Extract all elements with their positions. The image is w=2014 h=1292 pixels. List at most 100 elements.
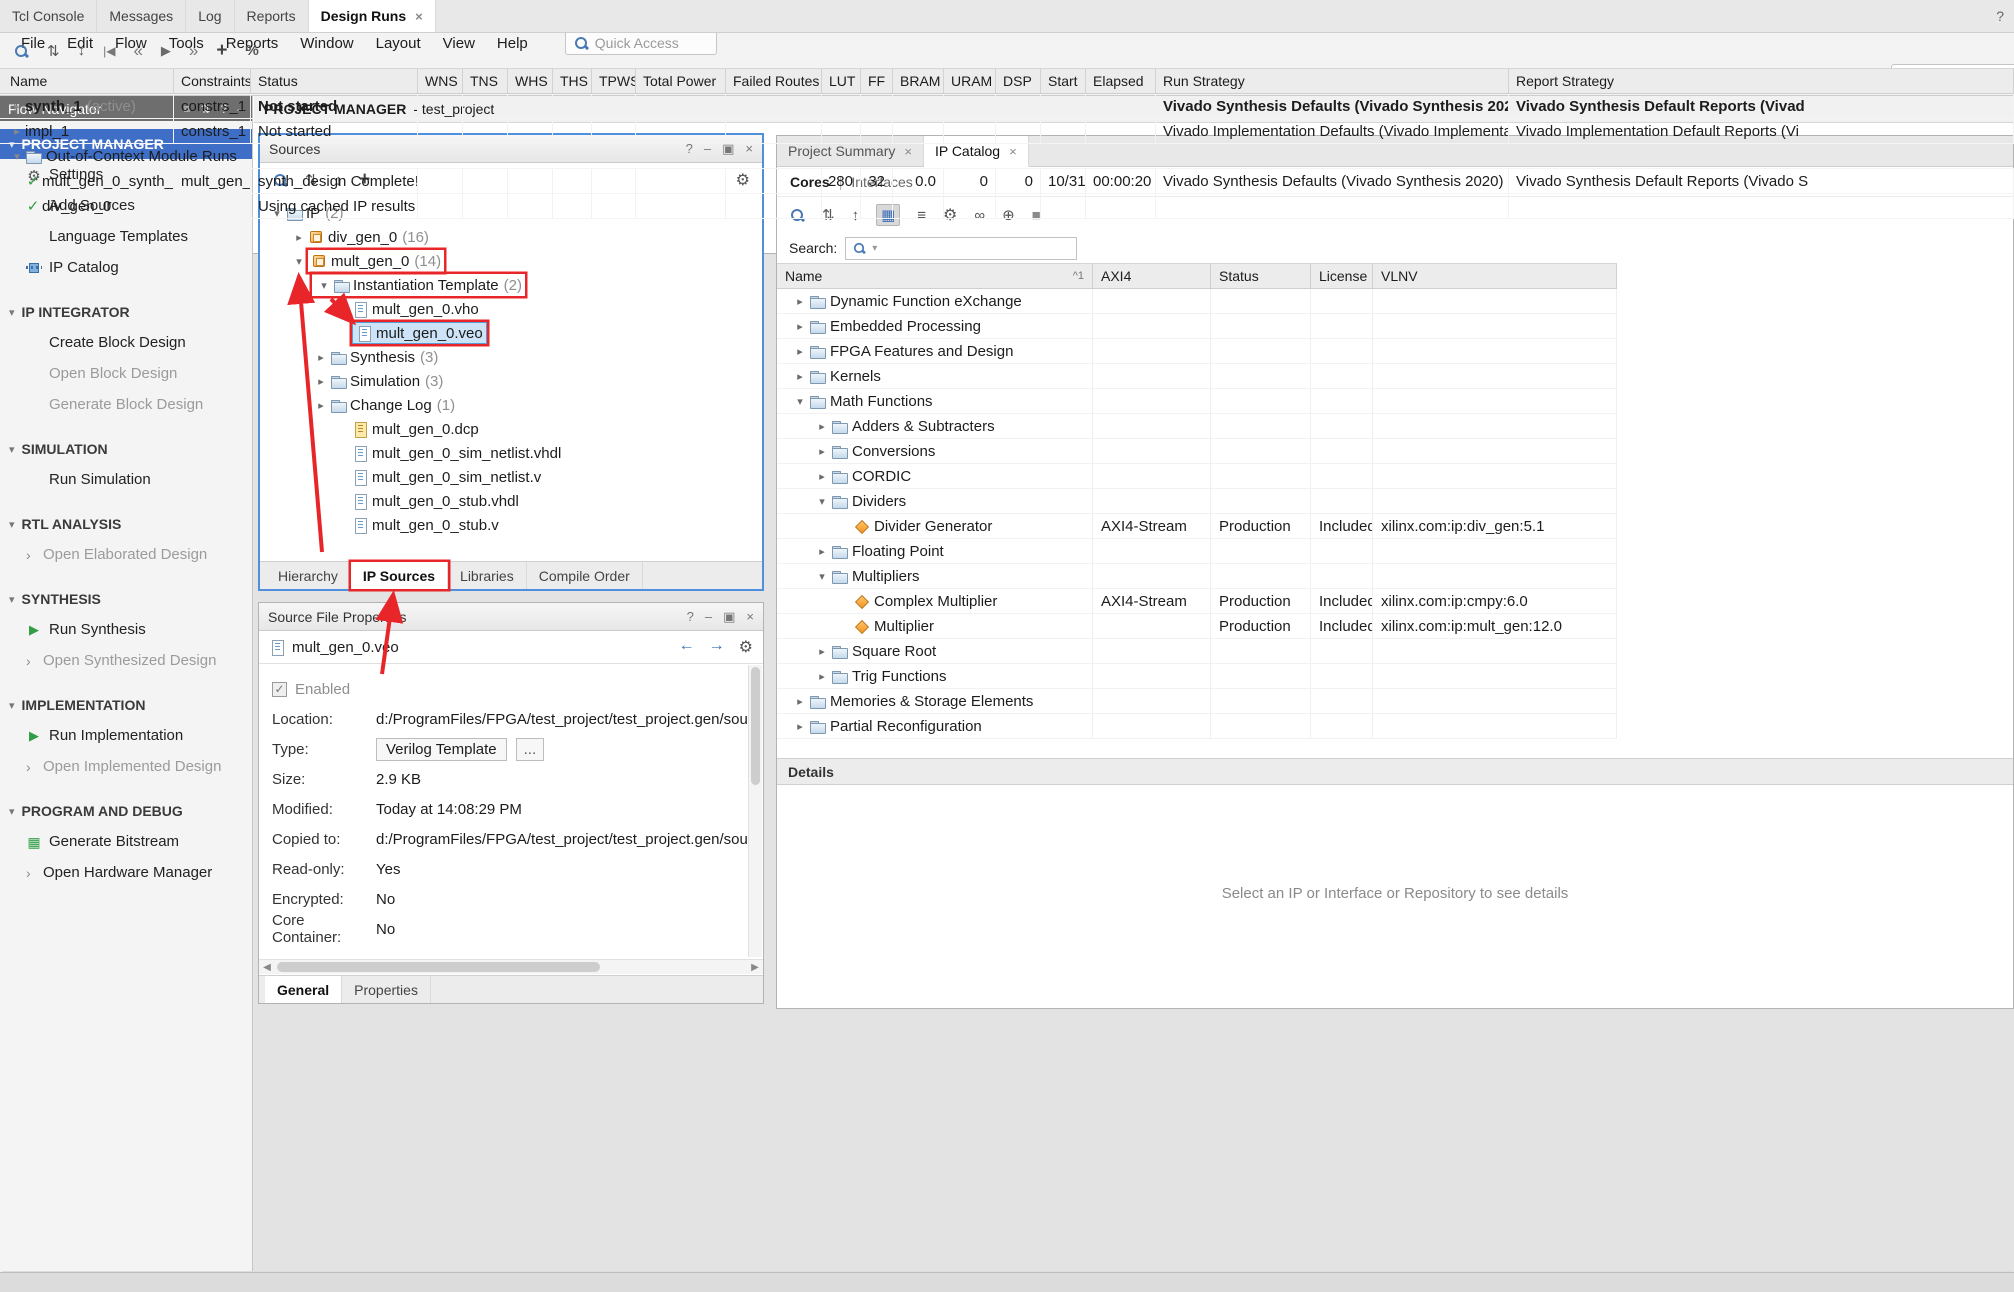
fn-item-run-simulation[interactable]: Run Simulation bbox=[0, 464, 252, 495]
chevron-collapsed-icon[interactable]: ▸ bbox=[9, 125, 25, 138]
column-report-strategy[interactable]: Report Strategy bbox=[1509, 69, 2014, 93]
fn-item-generate-bitstream[interactable]: ▦ Generate Bitstream bbox=[0, 826, 252, 857]
run-row-synth-1[interactable]: ▸synth_1(active) constrs_1 Not started V… bbox=[0, 94, 2014, 119]
chevron-collapsed-icon[interactable]: ▸ bbox=[791, 720, 809, 733]
fn-item-open-implemented-design[interactable]: › Open Implemented Design bbox=[0, 751, 252, 782]
tree-item-instantiation-template[interactable]: ▾ Instantiation Template (2) bbox=[260, 273, 762, 297]
chevron-collapsed-icon[interactable]: ▸ bbox=[791, 295, 809, 308]
tree-item-div-gen-0[interactable]: ▸ div_gen_0 (16) bbox=[260, 225, 762, 249]
scroll-right-icon[interactable]: ▶ bbox=[747, 960, 763, 974]
close-icon[interactable]: × bbox=[415, 9, 423, 24]
catalog-row-complex-multiplier[interactable]: Complex Multiplier AXI4-Stream Productio… bbox=[777, 589, 1617, 614]
fn-item-language-templates[interactable]: Language Templates bbox=[0, 221, 252, 252]
column-wns[interactable]: WNS bbox=[418, 69, 463, 93]
fn-item-open-block-design[interactable]: Open Block Design bbox=[0, 358, 252, 389]
chevron-expanded-icon[interactable]: ▾ bbox=[315, 279, 333, 292]
chevron-collapsed-icon[interactable]: ▸ bbox=[290, 231, 308, 244]
chevron-collapsed-icon[interactable]: ▸ bbox=[813, 670, 831, 683]
column-total-power[interactable]: Total Power bbox=[636, 69, 726, 93]
chevron-expanded-icon[interactable]: ▾ bbox=[813, 570, 831, 583]
catalog-row-cordic[interactable]: ▸CORDIC bbox=[777, 464, 1617, 489]
help-icon[interactable]: ? bbox=[1986, 0, 2014, 32]
tab-messages[interactable]: Messages bbox=[97, 0, 186, 32]
tree-item-stub-vhdl[interactable]: mult_gen_0_stub.vhdl bbox=[260, 489, 762, 513]
next-icon[interactable]: » bbox=[189, 41, 198, 61]
catalog-row-multipliers[interactable]: ▾Multipliers bbox=[777, 564, 1617, 589]
column-constraints[interactable]: Constraints bbox=[174, 69, 251, 93]
tab-log[interactable]: Log bbox=[186, 0, 234, 32]
run-row-mult-gen-0-synth-1[interactable]: ✓mult_gen_0_synth_1 mult_gen_0 synth_des… bbox=[0, 169, 2014, 194]
tree-item-mult-gen-0-veo[interactable]: mult_gen_0.veo bbox=[260, 321, 762, 345]
column-dsp[interactable]: DSP bbox=[996, 69, 1041, 93]
forward-icon[interactable]: → bbox=[709, 637, 725, 657]
fn-item-ip-catalog[interactable]: IP Catalog bbox=[0, 252, 252, 283]
column-axi4[interactable]: AXI4 bbox=[1093, 264, 1211, 288]
catalog-row-trig-functions[interactable]: ▸Trig Functions bbox=[777, 664, 1617, 689]
fn-item-open-hardware-manager[interactable]: › Open Hardware Manager bbox=[0, 857, 252, 888]
column-tpws[interactable]: TPWS bbox=[592, 69, 636, 93]
chevron-collapsed-icon[interactable]: ▸ bbox=[813, 420, 831, 433]
tree-item-stub-v[interactable]: mult_gen_0_stub.v bbox=[260, 513, 762, 537]
fn-item-create-block-design[interactable]: Create Block Design bbox=[0, 327, 252, 358]
tree-item-change-log[interactable]: ▸ Change Log (1) bbox=[260, 393, 762, 417]
collapse-all-icon[interactable]: ⇅ bbox=[47, 42, 60, 60]
catalog-row-divider-generator[interactable]: Divider Generator AXI4-Stream Production… bbox=[777, 514, 1617, 539]
tab-libraries[interactable]: Libraries bbox=[448, 562, 527, 589]
tab-design-runs[interactable]: Design Runs × bbox=[309, 0, 436, 32]
catalog-row-partial-reconfiguration[interactable]: ▸Partial Reconfiguration bbox=[777, 714, 1617, 739]
help-icon[interactable]: ? bbox=[687, 609, 694, 625]
chevron-expanded-icon[interactable]: ▾ bbox=[9, 150, 25, 163]
chevron-expanded-icon[interactable]: ▾ bbox=[813, 495, 831, 508]
chevron-collapsed-icon[interactable]: ▸ bbox=[791, 345, 809, 358]
column-lut[interactable]: LUT bbox=[822, 69, 861, 93]
float-icon[interactable]: ▣ bbox=[723, 609, 735, 625]
catalog-row-multiplier[interactable]: Multiplier Production Included xilinx.co… bbox=[777, 614, 1617, 639]
chevron-collapsed-icon[interactable]: ▸ bbox=[312, 399, 330, 412]
catalog-row-square-root[interactable]: ▸Square Root bbox=[777, 639, 1617, 664]
horizontal-scrollbar[interactable]: ◀ ▶ bbox=[259, 959, 763, 974]
fn-item-open-synthesized-design[interactable]: › Open Synthesized Design bbox=[0, 645, 252, 676]
enabled-checkbox[interactable]: ✓ bbox=[272, 682, 287, 697]
tab-reports[interactable]: Reports bbox=[235, 0, 309, 32]
tree-item-sim-netlist-v[interactable]: mult_gen_0_sim_netlist.v bbox=[260, 465, 762, 489]
fn-section-rtl-analysis[interactable]: ▾ RTL ANALYSIS bbox=[0, 509, 252, 539]
column-uram[interactable]: URAM bbox=[944, 69, 996, 93]
chevron-collapsed-icon[interactable]: ▸ bbox=[813, 545, 831, 558]
tab-general[interactable]: General bbox=[265, 976, 342, 1003]
gear-icon[interactable]: ⚙ bbox=[739, 637, 753, 657]
fn-section-simulation[interactable]: ▾ SIMULATION bbox=[0, 434, 252, 464]
fn-section-ip-integrator[interactable]: ▾ IP INTEGRATOR bbox=[0, 297, 252, 327]
chevron-collapsed-icon[interactable]: ▸ bbox=[813, 445, 831, 458]
catalog-row-conversions[interactable]: ▸Conversions bbox=[777, 439, 1617, 464]
catalog-row-memories-storage[interactable]: ▸Memories & Storage Elements bbox=[777, 689, 1617, 714]
catalog-search-input[interactable]: ▾ bbox=[845, 237, 1077, 260]
chevron-collapsed-icon[interactable]: ▸ bbox=[312, 375, 330, 388]
column-tns[interactable]: TNS bbox=[463, 69, 508, 93]
first-icon[interactable]: |◀ bbox=[103, 44, 115, 58]
search-icon[interactable] bbox=[13, 43, 29, 59]
column-start[interactable]: Start bbox=[1041, 69, 1086, 93]
catalog-row-math-functions[interactable]: ▾Math Functions bbox=[777, 389, 1617, 414]
tree-item-mult-gen-0-dcp[interactable]: mult_gen_0.dcp bbox=[260, 417, 762, 441]
chevron-collapsed-icon[interactable]: ▸ bbox=[9, 100, 25, 113]
column-ff[interactable]: FF bbox=[861, 69, 893, 93]
run-row-impl-1[interactable]: ▸impl_1 constrs_1 Not started Vivado Imp… bbox=[0, 119, 2014, 144]
vertical-scrollbar[interactable] bbox=[748, 665, 762, 957]
column-status[interactable]: Status bbox=[251, 69, 418, 93]
column-status[interactable]: Status bbox=[1211, 264, 1311, 288]
chevron-expanded-icon[interactable]: ▾ bbox=[290, 255, 308, 268]
percent-icon[interactable]: % bbox=[245, 42, 258, 59]
type-browse-button[interactable]: ... bbox=[516, 738, 545, 761]
column-run-strategy[interactable]: Run Strategy bbox=[1156, 69, 1509, 93]
add-icon[interactable]: + bbox=[216, 40, 227, 62]
catalog-row-floating-point[interactable]: ▸Floating Point bbox=[777, 539, 1617, 564]
tab-properties[interactable]: Properties bbox=[342, 976, 431, 1003]
back-icon[interactable]: ← bbox=[679, 637, 695, 657]
catalog-row-fpga-features[interactable]: ▸FPGA Features and Design bbox=[777, 339, 1617, 364]
tab-hierarchy[interactable]: Hierarchy bbox=[266, 562, 351, 589]
column-name[interactable]: Name ^1 bbox=[777, 264, 1093, 288]
run-row-div-gen-0[interactable]: ✓div_gen_0 Using cached IP results bbox=[0, 194, 2014, 219]
column-bram[interactable]: BRAM bbox=[893, 69, 944, 93]
catalog-row-adders-subtracters[interactable]: ▸Adders & Subtracters bbox=[777, 414, 1617, 439]
type-value-box[interactable]: Verilog Template bbox=[376, 738, 507, 761]
